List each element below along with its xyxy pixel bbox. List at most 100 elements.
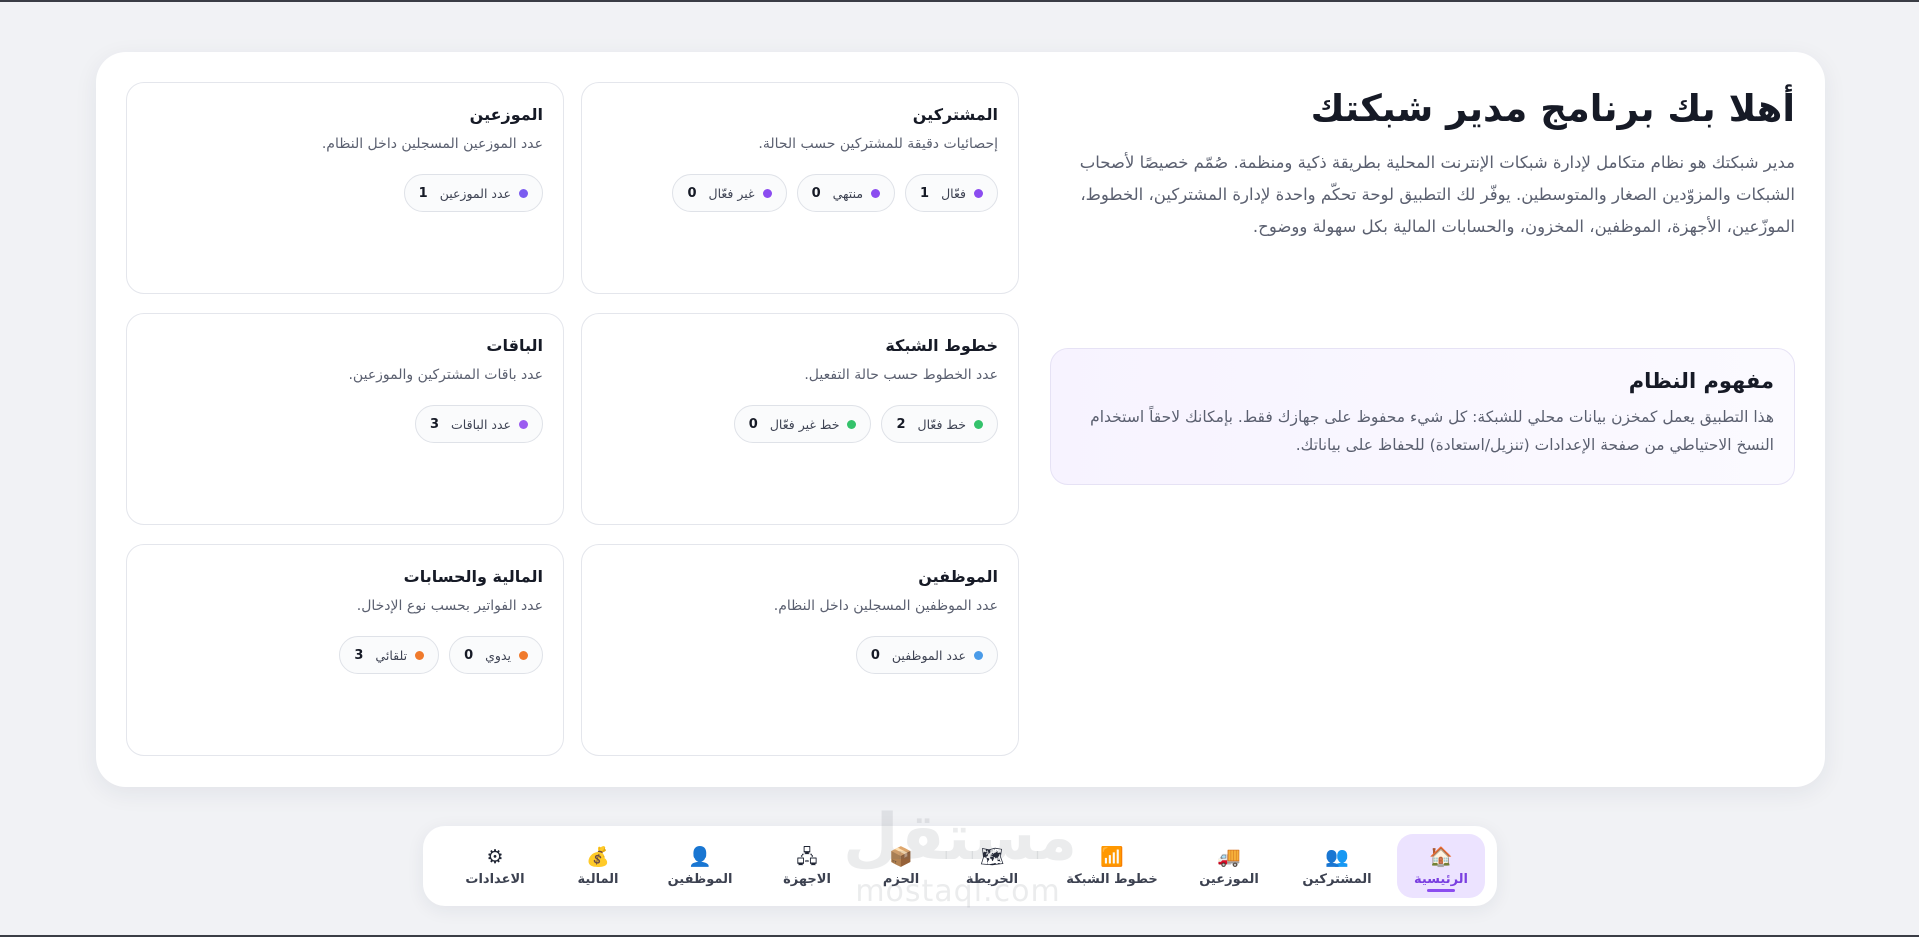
nav-label: المشتركين xyxy=(1302,871,1372,887)
nav-item-7[interactable]: 👤 الموظفين xyxy=(647,834,753,898)
intro-description: مدير شبكتك هو نظام متكامل لإدارة شبكات ا… xyxy=(1079,153,1795,237)
chip-count: 3 xyxy=(354,647,364,663)
packages-card[interactable]: الباقات عدد باقات المشتركين والموزعين. ع… xyxy=(126,313,564,525)
card-description: عدد الفواتير بحسب نوع الإدخال. xyxy=(356,598,543,614)
employee-icon: 👤 xyxy=(688,845,712,868)
chip-count: 3 xyxy=(429,416,440,432)
chip-group: عدد الباقات 3 xyxy=(147,405,543,443)
nav-item-5[interactable]: 📦 الحزم xyxy=(861,834,941,898)
card-description: عدد الخطوط حسب حالة التفعيل. xyxy=(804,367,998,383)
system-concept-box: مفهوم النظام هذا التطبيق يعمل كمخزن بيان… xyxy=(1050,348,1795,485)
status-chip: يدوي 0 xyxy=(449,636,543,674)
status-chip: عدد الموظفين 0 xyxy=(855,636,998,674)
card-description: عدد الموظفين المسجلين داخل النظام. xyxy=(773,598,998,614)
chip-count: 1 xyxy=(920,185,930,201)
page-title: أهلا بك برنامج مدير شبكتك xyxy=(1310,87,1795,130)
finance-card[interactable]: المالية والحسابات عدد الفواتير بحسب نوع … xyxy=(126,544,564,756)
chip-count: 0 xyxy=(811,185,821,201)
top-border xyxy=(0,0,1919,2)
status-chip: فعّال 1 xyxy=(905,174,998,212)
nav-item-8[interactable]: 💰 المالية xyxy=(549,834,647,898)
status-dot-icon xyxy=(519,419,528,429)
truck-icon: 🚚 xyxy=(1217,845,1241,868)
chip-label: غير فعّال xyxy=(708,185,755,201)
map-icon: 🗺 xyxy=(979,845,1005,868)
chip-label: خط غير فعّال xyxy=(769,416,840,432)
status-dot-icon xyxy=(762,188,772,198)
concept-title: مفهوم النظام xyxy=(1628,369,1774,393)
status-dot-icon xyxy=(415,650,425,660)
card-title: خطوط الشبكة xyxy=(885,336,998,355)
chip-label: عدد الموزعين xyxy=(439,185,511,201)
money-bag-icon: 💰 xyxy=(586,845,610,868)
status-dot-icon xyxy=(847,419,857,429)
status-dot-icon xyxy=(974,188,983,198)
bottom-navigation: 🏠 الرئيسية 👥 المشتركين 🚚 الموزعين 📶 خطوط الشبكة… xyxy=(423,826,1497,906)
nav-label: الموزعين xyxy=(1199,871,1259,887)
chip-group: خط فعّال 2 خط غير فعّال 0 xyxy=(602,405,998,443)
status-chip: عدد الموزعين 1 xyxy=(403,174,543,212)
chip-label: عدد الباقات xyxy=(451,416,511,432)
card-description: عدد الموزعين المسجلين داخل النظام. xyxy=(321,136,543,152)
chip-count: 0 xyxy=(687,185,697,201)
distributors-card[interactable]: الموزعين عدد الموزعين المسجلين داخل النظ… xyxy=(126,82,564,294)
status-dot-icon xyxy=(871,188,881,198)
status-chip: منتهي 0 xyxy=(796,174,896,212)
nav-item-0[interactable]: 🏠 الرئيسية xyxy=(1397,834,1485,898)
chip-count: 0 xyxy=(870,647,880,663)
signal-icon: 📶 xyxy=(1100,845,1124,868)
chip-count: 1 xyxy=(418,185,428,201)
status-dot-icon xyxy=(974,650,983,660)
card-description: إحصائيات دقيقة للمشتركين حسب الحالة. xyxy=(758,136,998,152)
intro-section: أهلا بك برنامج مدير شبكتك مدير شبكتك هو … xyxy=(1050,87,1795,243)
card-description: عدد باقات المشتركين والموزعين. xyxy=(348,367,543,383)
nav-label: خطوط الشبكة xyxy=(1066,871,1158,887)
status-chip: خط فعّال 2 xyxy=(881,405,998,443)
nav-item-9[interactable]: ⚙ الاعدادات xyxy=(441,834,549,898)
chip-label: تلقائي xyxy=(375,647,408,663)
status-chip: خط غير فعّال 0 xyxy=(733,405,872,443)
nav-label: الخريطة xyxy=(965,871,1019,887)
card-title: المالية والحسابات xyxy=(403,567,543,586)
nav-label: المالية xyxy=(577,871,619,887)
nav-item-1[interactable]: 👥 المشتركين xyxy=(1277,834,1397,898)
users-icon: 👥 xyxy=(1325,845,1349,868)
chip-group: فعّال 1 منتهي 0 غير فعّال 0 xyxy=(602,174,998,212)
status-dot-icon xyxy=(974,419,983,429)
status-dot-icon xyxy=(519,650,528,660)
nav-label: الاجهزة xyxy=(783,871,831,887)
subscribers-card[interactable]: المشتركين إحصائيات دقيقة للمشتركين حسب ا… xyxy=(581,82,1019,294)
nav-label: الحزم xyxy=(882,871,920,887)
package-icon: 📦 xyxy=(889,845,913,868)
chip-count: 0 xyxy=(748,416,758,432)
nav-item-4[interactable]: 🗺 الخريطة xyxy=(941,834,1043,898)
chip-group: عدد الموزعين 1 xyxy=(147,174,543,212)
chip-label: منتهي xyxy=(832,185,864,201)
employees-card[interactable]: الموظفين عدد الموظفين المسجلين داخل النظ… xyxy=(581,544,1019,756)
status-chip: تلقائي 3 xyxy=(339,636,440,674)
nav-label: الاعدادات xyxy=(465,871,525,887)
status-chip: غير فعّال 0 xyxy=(672,174,787,212)
chip-label: فعّال xyxy=(941,185,966,201)
card-title: الموزعين xyxy=(469,105,543,124)
nav-label: الرئيسية xyxy=(1413,871,1469,887)
gear-icon: ⚙ xyxy=(486,845,504,868)
chip-count: 0 xyxy=(464,647,474,663)
chip-label: يدوي xyxy=(485,647,511,663)
home-icon: 🏠 xyxy=(1429,845,1453,868)
nav-item-6[interactable]: 🖧 الاجهزة xyxy=(753,834,861,898)
network-lines-card[interactable]: خطوط الشبكة عدد الخطوط حسب حالة التفعيل.… xyxy=(581,313,1019,525)
chip-count: 2 xyxy=(896,416,906,432)
card-title: الباقات xyxy=(486,336,543,355)
network-devices-icon: 🖧 xyxy=(796,845,818,868)
nav-item-3[interactable]: 📶 خطوط الشبكة xyxy=(1043,834,1181,898)
chip-label: خط فعّال xyxy=(917,416,966,432)
card-title: المشتركين xyxy=(912,105,998,124)
chip-group: يدوي 0 تلقائي 3 xyxy=(147,636,543,674)
chip-label: عدد الموظفين xyxy=(891,647,966,663)
chip-group: عدد الموظفين 0 xyxy=(602,636,998,674)
status-chip: عدد الباقات 3 xyxy=(414,405,543,443)
active-indicator xyxy=(1427,889,1455,892)
nav-item-2[interactable]: 🚚 الموزعين xyxy=(1181,834,1277,898)
concept-text: هذا التطبيق يعمل كمخزن بيانات محلي للشبك… xyxy=(1090,408,1774,454)
